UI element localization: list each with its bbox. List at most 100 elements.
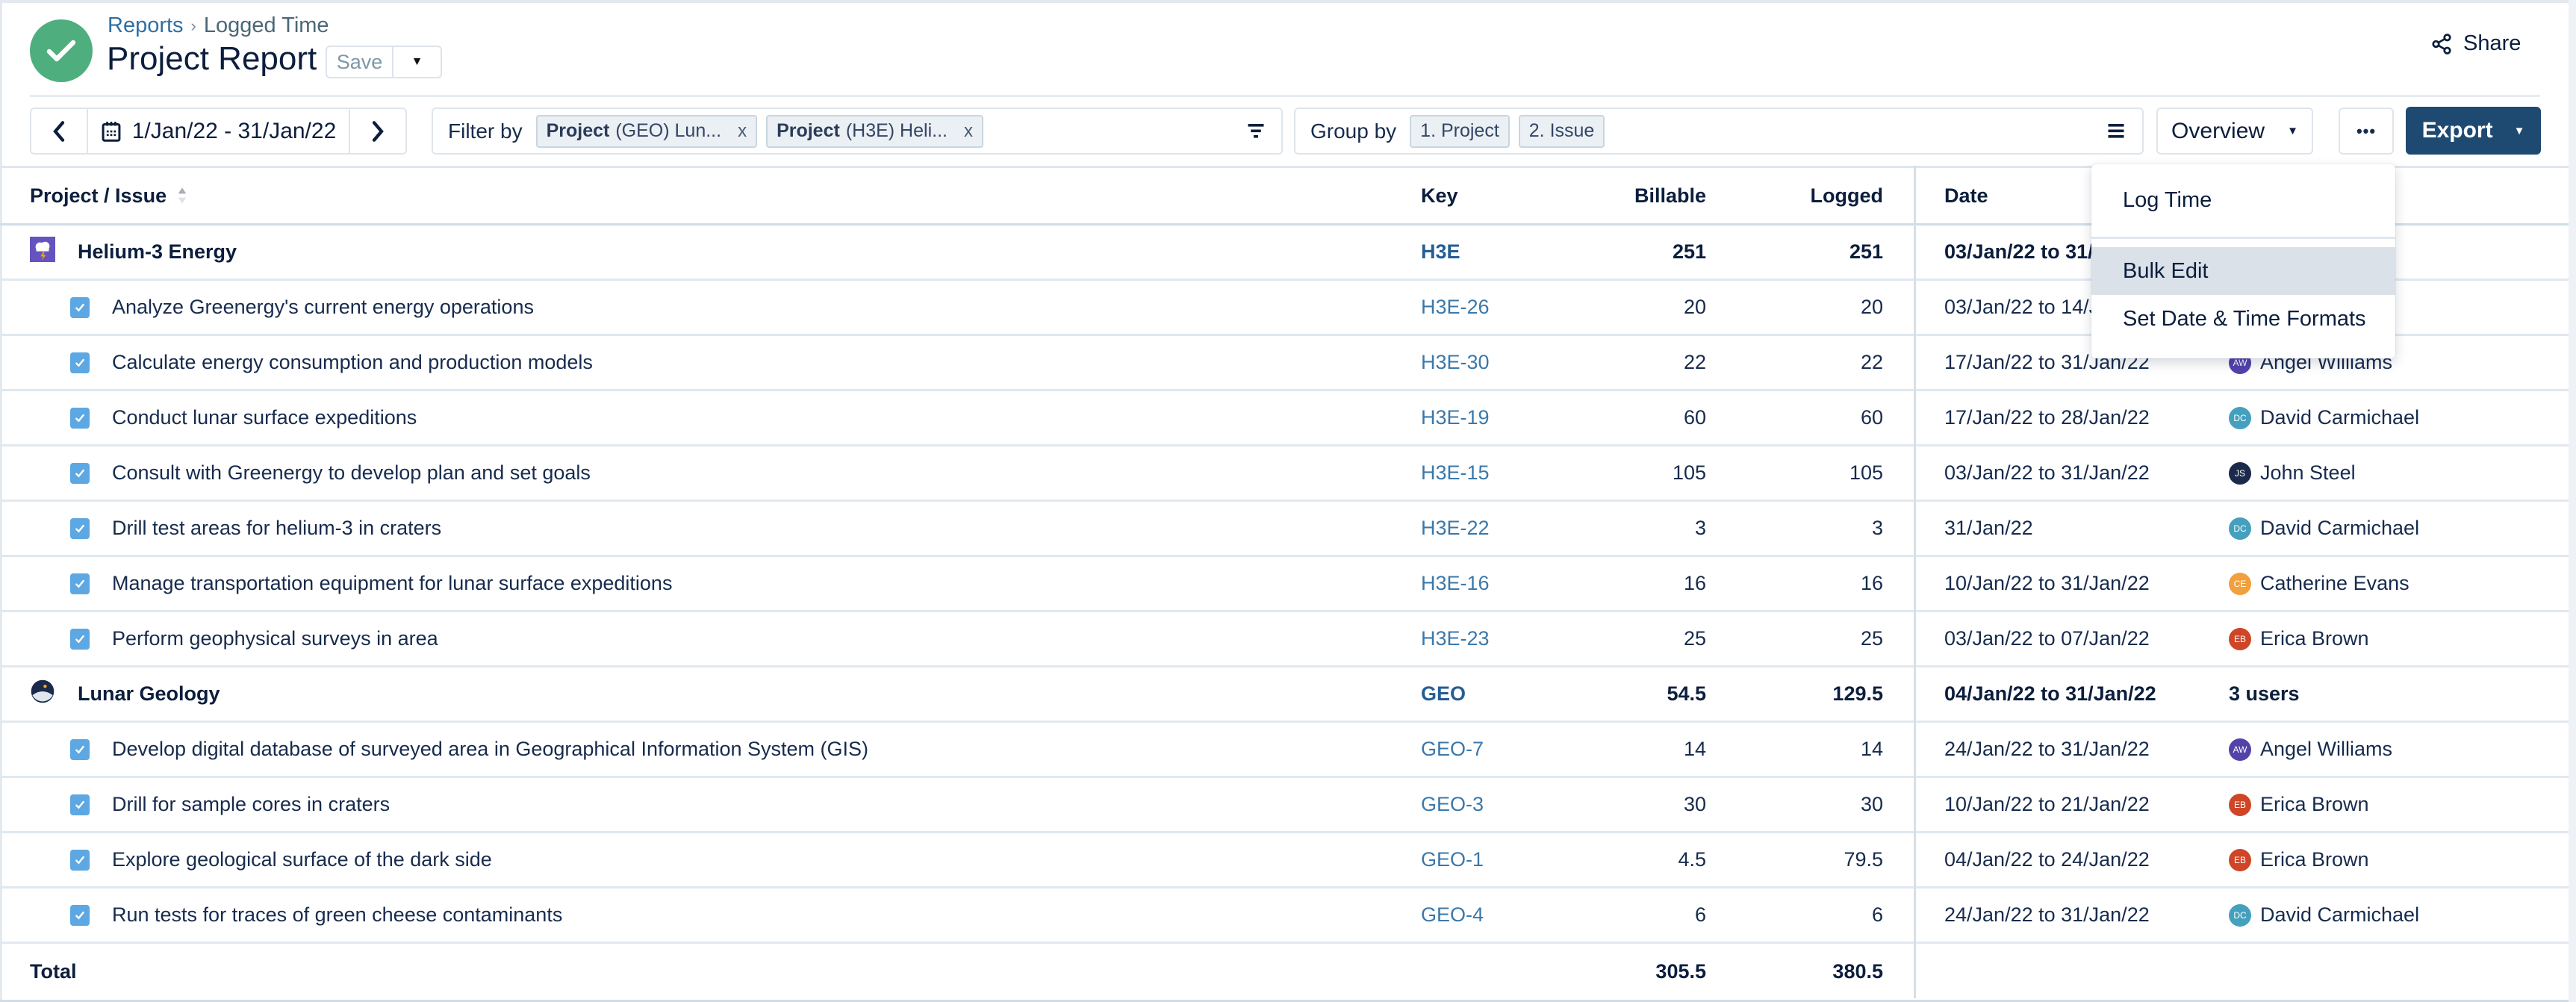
date-range-value: 1/Jan/22 - 31/Jan/22 — [131, 118, 337, 143]
column-header-date[interactable]: Date — [1944, 168, 1988, 223]
breadcrumb-reports[interactable]: Reports — [108, 13, 184, 38]
issue-name-cell[interactable]: Conduct lunar surface expeditions — [70, 391, 417, 444]
logged-value: 14 — [1860, 738, 1883, 760]
date-range-button[interactable]: 1/Jan/22 - 31/Jan/22 — [88, 119, 349, 144]
issue-row[interactable]: Run tests for traces of green cheese con… — [0, 889, 2569, 944]
issue-key-link[interactable]: H3E-26 — [1421, 281, 1490, 334]
user-name: Angel Williams — [2260, 738, 2393, 760]
user-cell: EB Erica Brown — [2229, 612, 2369, 665]
save-button-group: Save ▼ — [326, 46, 442, 78]
issue-name-cell[interactable]: Run tests for traces of green cheese con… — [70, 889, 562, 942]
breadcrumb-logged-time[interactable]: Logged Time — [204, 13, 329, 38]
issue-key-link[interactable]: H3E-16 — [1421, 557, 1490, 610]
page-title: Project Report — [107, 40, 317, 77]
column-header-project-issue[interactable]: Project / Issue — [30, 168, 187, 223]
project-name-cell[interactable]: Lunar Geology — [30, 668, 220, 721]
issue-name-cell[interactable]: Drill test areas for helium-3 in craters — [70, 502, 441, 555]
remove-filter-icon[interactable]: x — [738, 121, 747, 142]
billable-value: 3 — [1694, 517, 1706, 539]
issue-row[interactable]: Drill for sample cores in craters GEO-3 30… — [0, 778, 2569, 833]
logged-value: 22 — [1860, 351, 1883, 373]
task-type-icon — [70, 628, 90, 650]
more-actions-button[interactable]: ••• — [2339, 108, 2394, 155]
issue-key-link[interactable]: GEO-1 — [1421, 833, 1484, 886]
total-row: Total 305.5 380.5 — [0, 944, 2569, 1002]
billable-value: 16 — [1683, 572, 1706, 594]
billable-value: 30 — [1683, 793, 1706, 815]
issue-key-link[interactable]: GEO-4 — [1421, 889, 1484, 942]
date-range-value: 04/Jan/22 to 31/Jan/22 — [1944, 682, 2156, 705]
scrollbar-track[interactable] — [2569, 0, 2576, 1002]
project-row[interactable]: Lunar Geology GEO 54.5 129.5 04/Jan/22 to 31… — [0, 668, 2569, 723]
project-key-link[interactable]: H3E — [1421, 225, 1460, 278]
column-header-key[interactable]: Key — [1421, 168, 1458, 223]
group-chip-issue[interactable]: 2. Issue — [1518, 114, 1605, 148]
save-options-dropdown[interactable]: ▼ — [393, 47, 441, 77]
logged-value: 3 — [1871, 517, 1883, 539]
issue-summary: Manage transportation equipment for luna… — [112, 572, 673, 594]
issue-row[interactable]: Explore geological surface of the dark s… — [0, 833, 2569, 889]
issue-name-cell[interactable]: Manage transportation equipment for luna… — [70, 557, 672, 610]
logged-value: 129.5 — [1832, 682, 1883, 705]
issue-name-cell[interactable]: Explore geological surface of the dark s… — [70, 833, 492, 886]
issue-key-link[interactable]: GEO-7 — [1421, 723, 1484, 776]
issue-name-cell[interactable]: Perform geophysical surveys in area — [70, 612, 438, 665]
task-type-icon — [70, 738, 90, 760]
menu-item-date-time-formats[interactable]: Set Date & Time Formats — [2091, 295, 2395, 343]
issue-summary: Conduct lunar surface expeditions — [112, 406, 417, 429]
avatar: DC — [2229, 517, 2251, 540]
issue-name-cell[interactable]: Develop digital database of surveyed are… — [70, 723, 868, 776]
issue-row[interactable]: Drill test areas for helium-3 in craters… — [0, 502, 2569, 557]
issue-key-link[interactable]: H3E-15 — [1421, 446, 1490, 500]
user-name: Erica Brown — [2260, 793, 2369, 815]
group-chip-project[interactable]: 1. Project — [1410, 114, 1510, 148]
issue-name-cell[interactable]: Analyze Greenergy's current energy opera… — [70, 281, 534, 334]
billable-value: 4.5 — [1678, 848, 1706, 871]
save-button[interactable]: Save — [327, 47, 393, 77]
chevron-right-icon — [372, 120, 384, 142]
window-top-edge — [0, 0, 2576, 3]
issue-row[interactable]: Conduct lunar surface expeditions H3E-19 6… — [0, 391, 2569, 446]
user-cell: EB Erica Brown — [2229, 833, 2369, 886]
avatar: EB — [2229, 793, 2251, 816]
menu-item-bulk-edit[interactable]: Bulk Edit — [2091, 247, 2395, 295]
list-icon[interactable] — [2106, 119, 2126, 146]
column-header-logged[interactable]: Logged — [1747, 168, 1883, 223]
share-button[interactable]: Share — [2430, 31, 2521, 56]
filter-bar[interactable]: Filter by Project (GEO) Lun... x Project… — [432, 108, 1283, 155]
chevron-left-icon — [53, 120, 65, 142]
view-select[interactable]: Overview ▼ — [2156, 108, 2313, 155]
avatar: DC — [2229, 406, 2251, 429]
group-by-bar[interactable]: Group by 1. Project 2. Issue — [1294, 108, 2144, 155]
sort-icon[interactable] — [177, 187, 187, 205]
project-name-cell[interactable]: Helium-3 Energy — [30, 225, 237, 278]
total-logged: 380.5 — [1832, 960, 1883, 983]
issue-row[interactable]: Develop digital database of surveyed are… — [0, 723, 2569, 778]
column-header-billable[interactable]: Billable — [1568, 168, 1706, 223]
issue-key-link[interactable]: H3E-23 — [1421, 612, 1490, 665]
issue-key-link[interactable]: GEO-3 — [1421, 778, 1484, 831]
issue-key-link[interactable]: H3E-30 — [1421, 336, 1490, 389]
filter-chip[interactable]: Project (H3E) Heli... x — [766, 114, 983, 148]
remove-filter-icon[interactable]: x — [964, 121, 973, 142]
filter-chip[interactable]: Project (GEO) Lun... x — [535, 114, 758, 148]
issue-name-cell[interactable]: Drill for sample cores in craters — [70, 778, 390, 831]
issue-row[interactable]: Manage transportation equipment for luna… — [0, 557, 2569, 612]
filter-icon[interactable] — [1247, 119, 1265, 146]
previous-period-button[interactable] — [31, 109, 88, 153]
column-divider — [1914, 166, 1916, 998]
export-button[interactable]: Export ▼ — [2406, 107, 2541, 155]
issue-key-link[interactable]: H3E-19 — [1421, 391, 1490, 444]
issue-row[interactable]: Consult with Greenergy to develop plan a… — [0, 446, 2569, 502]
next-period-button[interactable] — [349, 109, 405, 153]
issue-row[interactable]: Perform geophysical surveys in area H3E-2… — [0, 612, 2569, 668]
issue-name-cell[interactable]: Calculate energy consumption and product… — [70, 336, 593, 389]
issue-summary: Drill test areas for helium-3 in craters — [112, 517, 442, 539]
menu-item-log-time[interactable]: Log Time — [2091, 164, 2395, 237]
issue-name-cell[interactable]: Consult with Greenergy to develop plan a… — [70, 446, 591, 500]
user-name: Erica Brown — [2260, 848, 2369, 871]
billable-value: 6 — [1694, 903, 1706, 926]
user-name: David Carmichael — [2260, 406, 2420, 429]
project-key-link[interactable]: GEO — [1421, 668, 1466, 721]
issue-key-link[interactable]: H3E-22 — [1421, 502, 1490, 555]
